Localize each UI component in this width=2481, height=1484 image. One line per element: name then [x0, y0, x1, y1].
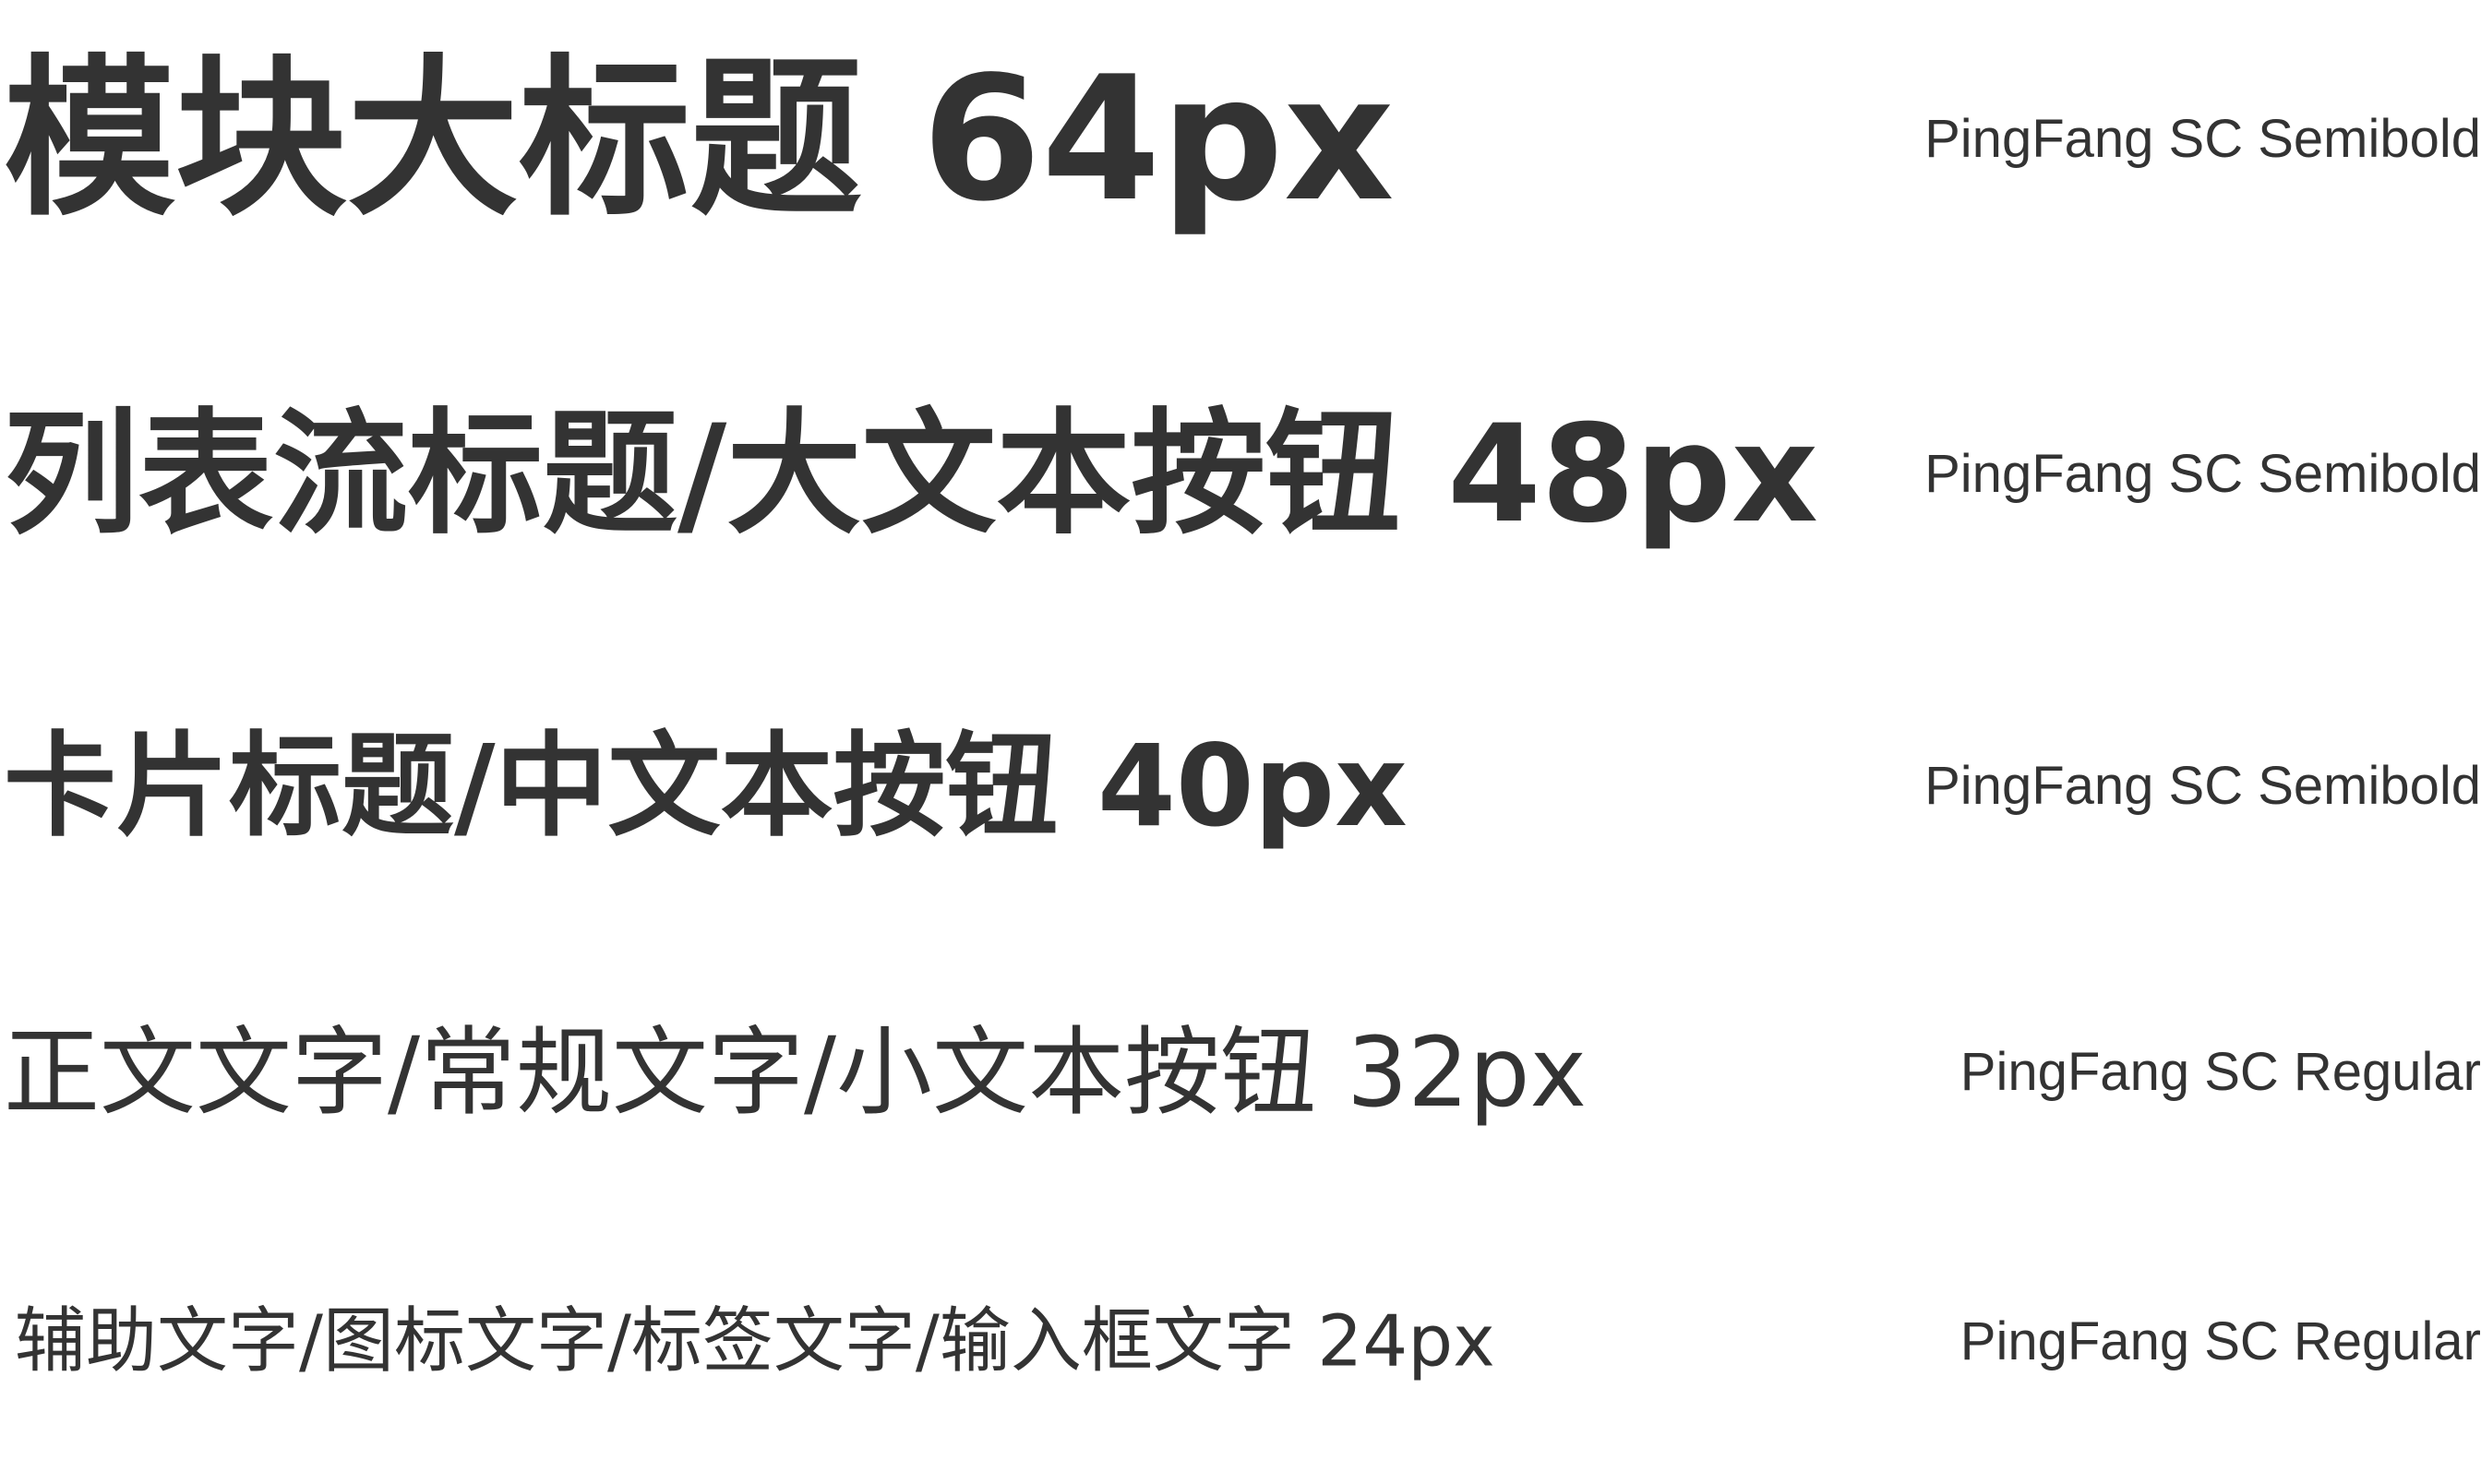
- font-name-label: PingFang SC Semibold: [1924, 109, 2481, 169]
- font-name-label: PingFang SC Regular: [1960, 1311, 2481, 1371]
- font-name-label: PingFang SC Regular: [1960, 1042, 2481, 1102]
- font-name-label: PingFang SC Semibold: [1924, 756, 2481, 816]
- type-sample: 正文文字/常规文字/小文本按钮 32px: [4, 1016, 1588, 1129]
- type-sample: 列表流标题/大文本按钮 48px: [4, 396, 1819, 553]
- type-sample: 模块大标题 64px: [4, 39, 1395, 239]
- type-sample: 辅助文字/图标文字/标签文字/输入框文字 24px: [15, 1300, 1495, 1383]
- font-name-label: PingFang SC Semibold: [1924, 444, 2481, 504]
- type-sample: 卡片标题/中文本按钮 40px: [4, 721, 1408, 852]
